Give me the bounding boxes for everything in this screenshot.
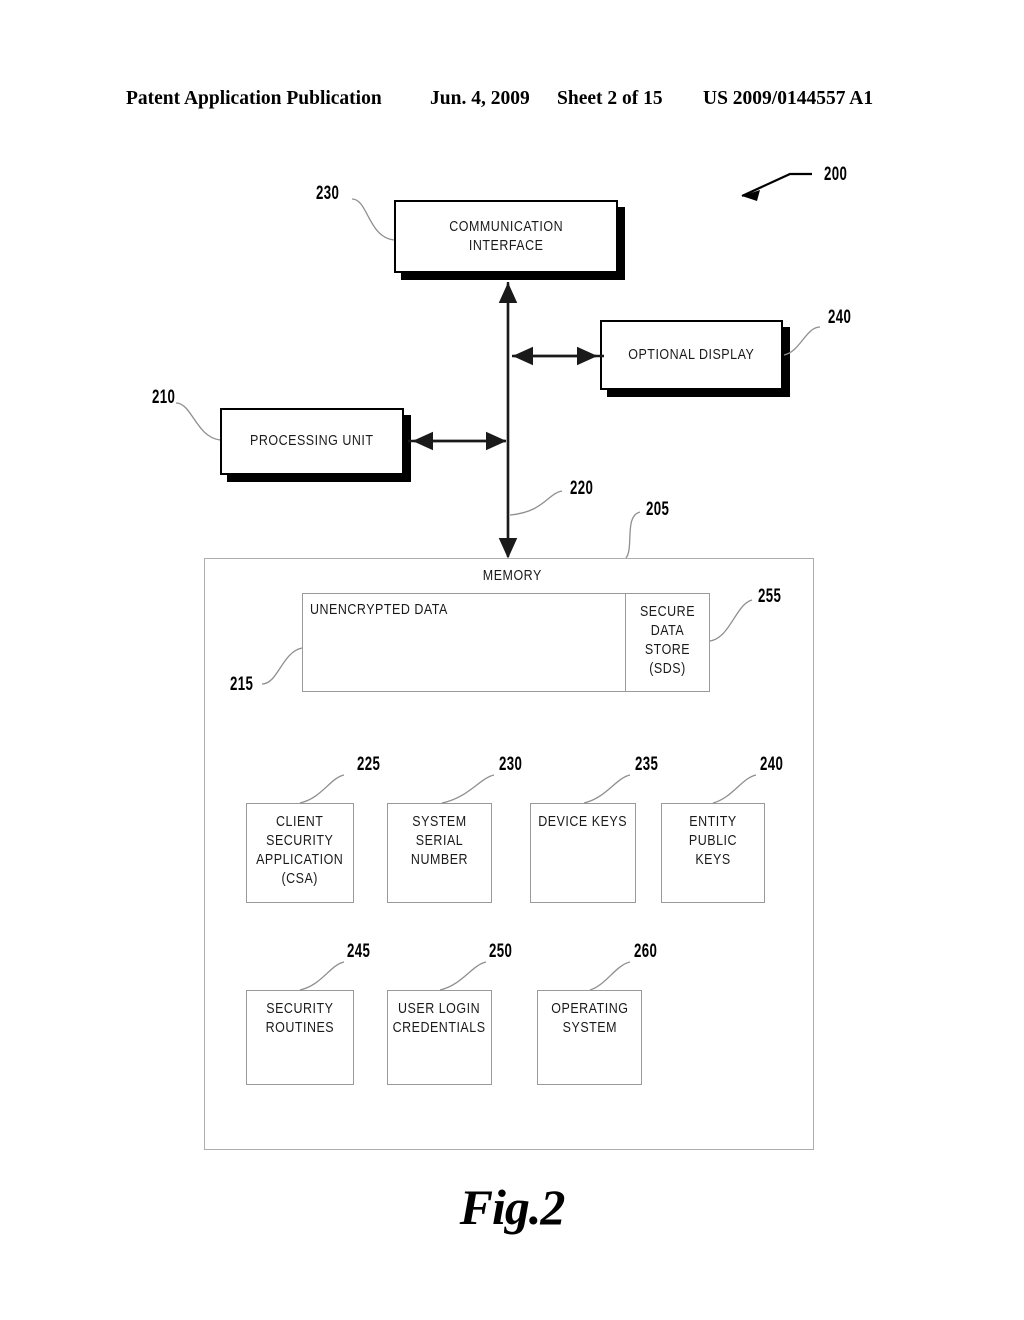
processing-unit-label: PROCESSING UNIT	[250, 433, 374, 449]
processing-unit-block: PROCESSING UNIT	[220, 408, 404, 475]
header-publication-title: Patent Application Publication	[126, 88, 382, 109]
memory-title-wrap: MEMORY	[0, 567, 1024, 586]
memory-label: MEMORY	[482, 568, 542, 584]
leader-240-display	[783, 326, 821, 356]
ref-200-system: 200	[824, 163, 848, 185]
ref-210-processing: 210	[152, 386, 176, 408]
ref-235-device-keys: 235	[635, 753, 659, 775]
leader-210-processing	[175, 402, 221, 441]
ref-215-unencrypted: 215	[230, 673, 254, 695]
security-routines-block: SECURITY ROUTINES	[246, 990, 354, 1085]
secure-data-store-block: SECURE DATA STORE (SDS)	[625, 593, 710, 692]
page-header: Patent Application Publication Jun. 4, 2…	[0, 88, 1024, 114]
ref-260-operating-system: 260	[634, 940, 658, 962]
client-security-application-label: CLIENT SECURITY APPLICATION (CSA)	[256, 814, 344, 887]
communication-interface-label: COMMUNICATION INTERFACE	[449, 218, 563, 254]
ref-255-sds: 255	[758, 585, 782, 607]
header-sheet: Sheet 2 of 15	[557, 88, 663, 109]
header-publication-number: US 2009/0144557 A1	[703, 88, 874, 109]
client-security-application-block: CLIENT SECURITY APPLICATION (CSA)	[246, 803, 354, 903]
leader-200	[741, 172, 812, 201]
system-serial-number-block: SYSTEM SERIAL NUMBER	[387, 803, 492, 903]
leader-220-bus	[509, 490, 563, 516]
ref-250-user-login-credentials: 250	[489, 940, 513, 962]
entity-public-keys-block: ENTITY PUBLIC KEYS	[661, 803, 765, 903]
ref-240-display: 240	[828, 306, 852, 328]
figure-caption: Fig.2	[459, 1179, 566, 1235]
ref-240-entity-public-keys: 240	[760, 753, 784, 775]
system-serial-number-label: SYSTEM SERIAL NUMBER	[410, 814, 469, 868]
ref-205-memory: 205	[646, 498, 670, 520]
ref-230-comm: 230	[316, 182, 340, 204]
header-date: Jun. 4, 2009	[430, 88, 530, 109]
device-keys-label: DEVICE KEYS	[538, 814, 628, 830]
unencrypted-data-label: UNENCRYPTED DATA	[310, 602, 448, 618]
leader-230-comm	[351, 198, 395, 241]
ref-245-security-routines: 245	[347, 940, 371, 962]
optional-display-label: OPTIONAL DISPLAY	[628, 346, 755, 363]
operating-system-block: OPERATING SYSTEM	[537, 990, 642, 1085]
communication-interface-block: COMMUNICATION INTERFACE	[394, 200, 618, 273]
entity-public-keys-label: ENTITY PUBLIC KEYS	[688, 814, 738, 868]
leader-205-memory	[625, 511, 641, 559]
operating-system-label: OPERATING SYSTEM	[550, 1001, 629, 1036]
unencrypted-data-label-wrap: UNENCRYPTED DATA	[310, 601, 470, 620]
patent-figure-page: Patent Application Publication Jun. 4, 2…	[0, 0, 1024, 1320]
security-routines-label: SECURITY ROUTINES	[265, 1001, 335, 1036]
ref-225-client-security-application: 225	[357, 753, 381, 775]
ref-230-system-serial-number: 230	[499, 753, 523, 775]
ref-220-bus: 220	[570, 477, 594, 499]
secure-data-store-label: SECURE DATA STORE (SDS)	[639, 604, 696, 677]
user-login-credentials-block: USER LOGIN CREDENTIALS	[387, 990, 492, 1085]
optional-display-block: OPTIONAL DISPLAY	[600, 320, 783, 390]
device-keys-block: DEVICE KEYS	[530, 803, 636, 903]
user-login-credentials-label: USER LOGIN CREDENTIALS	[393, 1001, 486, 1036]
